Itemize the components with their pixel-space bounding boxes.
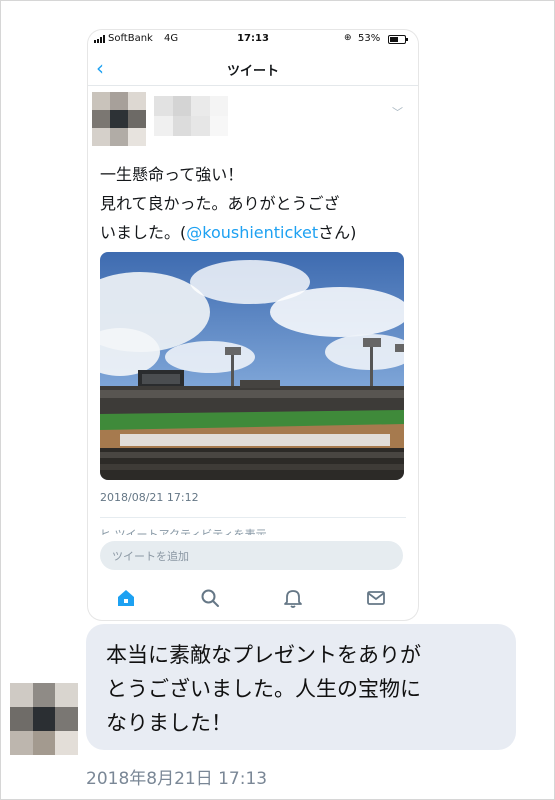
username-blurred[interactable] [154, 96, 228, 136]
bell-icon[interactable] [281, 586, 305, 610]
home-icon[interactable] [114, 586, 138, 610]
search-icon[interactable] [198, 586, 222, 610]
tweet-activity-link[interactable]: ヒ ツイートアクティビティを表示 [100, 526, 267, 535]
divider [100, 517, 406, 518]
mail-icon[interactable] [364, 586, 388, 610]
status-bar: SoftBank 4G 17:13 ⊕ 53% [88, 30, 418, 50]
message-timestamp: 2018年8月21日 17:13 [86, 769, 268, 789]
tweet-line: 一生懸命って強い！ [100, 165, 244, 184]
tweet-text: 一生懸命って強い！ 見れて良かった。ありがとうござ いました。(@koushie… [100, 160, 410, 247]
tweet-text-segment: さん) [318, 223, 357, 242]
message-line: とうございました。人生の宝物に [106, 677, 421, 701]
tweet-line: 見れて良かった。ありがとうござ [100, 194, 340, 213]
tweet-line: いました。(@koushienticketさん) [100, 218, 410, 247]
message-bubble: 本当に素敵なプレゼントをありが とうございました。人生の宝物に なりました！ [86, 624, 516, 750]
baseball-stadium-photo[interactable] [100, 252, 404, 480]
tweet-text-segment: いました。( [100, 223, 187, 242]
battery-percent: 53% [358, 33, 381, 44]
tweet-date: 2018/08/21 17:12 [100, 491, 199, 504]
mention-link[interactable]: @koushienticket [186, 223, 318, 242]
avatar[interactable] [92, 92, 146, 146]
message-line: 本当に素敵なプレゼントをありが [106, 643, 421, 667]
tab-bar [88, 582, 418, 618]
page-title: ツイート [226, 64, 279, 79]
tweet-screenshot: SoftBank 4G 17:13 ⊕ 53% ‹ ツイート ﹀ 一生懸命って強… [88, 30, 418, 620]
chevron-down-icon[interactable]: ﹀ [392, 104, 403, 120]
rotation-lock-icon: ⊕ [344, 33, 352, 43]
battery-icon [388, 35, 408, 44]
avatar[interactable] [10, 683, 78, 755]
reply-input[interactable]: ツイートを追加 [100, 541, 403, 570]
nav-bar: ‹ ツイート [88, 50, 418, 86]
message-line: なりました！ [106, 711, 232, 735]
